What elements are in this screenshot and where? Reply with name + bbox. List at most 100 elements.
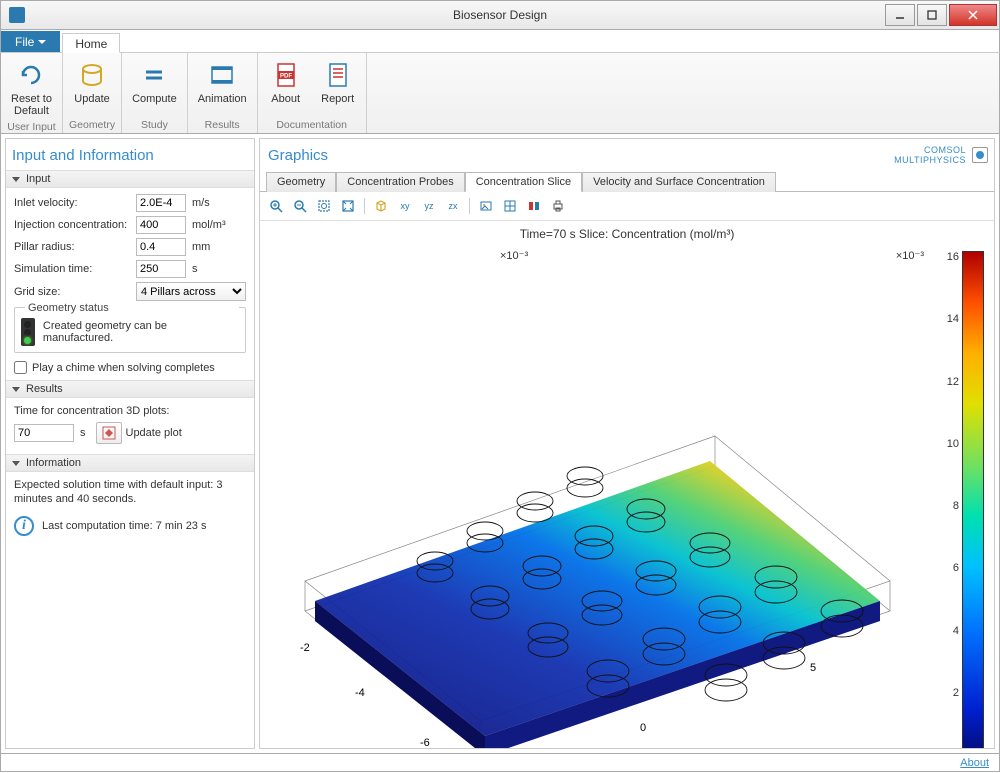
injection-conc-input[interactable] <box>136 216 186 234</box>
animation-button[interactable]: Animation <box>194 57 251 117</box>
report-icon <box>322 59 354 91</box>
plot-area[interactable]: Time=70 s Slice: Concentration (mol/m³) … <box>260 221 994 748</box>
close-button[interactable] <box>949 4 997 26</box>
inlet-velocity-label: Inlet velocity: <box>14 197 132 209</box>
x-tick: 0 <box>640 722 646 734</box>
ribbon-group-user-input: Reset toDefault User Input <box>1 53 63 133</box>
section-information-body: Expected solution time with default inpu… <box>6 472 254 542</box>
info-icon: i <box>14 516 34 536</box>
grid-size-label: Grid size: <box>14 286 132 298</box>
section-results-body: Time for concentration 3D plots: s Updat… <box>6 398 254 454</box>
ribbon-group-title: Study <box>141 117 168 131</box>
pillar-radius-label: Pillar radius: <box>14 241 132 253</box>
results-time-input[interactable] <box>14 424 74 442</box>
injection-conc-label: Injection concentration: <box>14 219 132 231</box>
graphics-toolbar: xy yz zx <box>260 192 994 221</box>
reset-to-default-button[interactable]: Reset toDefault <box>7 57 56 119</box>
app-icon <box>9 7 25 23</box>
section-information-label: Information <box>26 457 81 469</box>
ribbon-group-documentation: PDF About Report Documentation <box>258 53 367 133</box>
update-plot-icon-button[interactable] <box>96 422 122 444</box>
minimize-button[interactable] <box>885 4 915 26</box>
ribbon-group-title: Documentation <box>276 117 347 131</box>
film-strip-icon <box>206 59 238 91</box>
tab-concentration-slice[interactable]: Concentration Slice <box>465 172 582 192</box>
tab-geometry[interactable]: Geometry <box>266 172 336 192</box>
svg-text:PDF: PDF <box>280 74 292 80</box>
legends-icon[interactable] <box>524 196 544 216</box>
ribbon-group-study: Compute Study <box>122 53 188 133</box>
colorbar-ticks: 16 14 12 10 8 6 4 2 0 <box>947 251 959 749</box>
file-menu-label: File <box>15 35 34 49</box>
y-tick: -6 <box>420 737 430 749</box>
update-plot-label: Update plot <box>126 427 182 439</box>
plot-title: Time=70 s Slice: Concentration (mol/m³) <box>520 227 735 241</box>
print-icon[interactable] <box>548 196 568 216</box>
comsol-logo: COMSOL MULTIPHYSICS <box>894 145 988 165</box>
ribbon-group-title: Geometry <box>69 117 115 131</box>
report-label: Report <box>321 93 354 105</box>
ribbon-group-geometry: Update Geometry <box>63 53 122 133</box>
section-input-header[interactable]: Input <box>6 170 254 188</box>
traffic-light-icon <box>21 318 35 346</box>
grid-icon[interactable] <box>500 196 520 216</box>
update-label: Update <box>74 93 109 105</box>
ribbon-group-results: Animation Results <box>188 53 258 133</box>
x-tick: 5 <box>810 662 816 674</box>
update-geometry-button[interactable]: Update <box>70 57 114 117</box>
zoom-in-icon[interactable] <box>266 196 286 216</box>
compute-button[interactable]: Compute <box>128 57 181 117</box>
right-panel: Graphics COMSOL MULTIPHYSICS Geometry Co… <box>259 138 995 749</box>
logo-icon <box>972 147 988 163</box>
equals-icon <box>138 59 170 91</box>
section-results-label: Results <box>26 383 63 395</box>
ribbon: Reset toDefault User Input Update Geomet… <box>0 52 1000 134</box>
zoom-extents-icon[interactable] <box>314 196 334 216</box>
tab-concentration-probes[interactable]: Concentration Probes <box>336 172 464 192</box>
graphics-tabs: Geometry Concentration Probes Concentrat… <box>260 171 994 192</box>
animation-label: Animation <box>198 93 247 105</box>
plot-svg: -2 -4 -6 0 5 <box>270 251 910 749</box>
inlet-velocity-input[interactable] <box>136 194 186 212</box>
simulation-time-unit: s <box>192 263 198 275</box>
colorbar <box>962 251 984 749</box>
default-view-icon[interactable] <box>371 196 391 216</box>
cylinder-icon <box>76 59 108 91</box>
grid-size-select[interactable]: 4 Pillars across <box>136 282 246 301</box>
about-link[interactable]: About <box>960 757 989 769</box>
main-area: Input and Information Input Inlet veloci… <box>0 134 1000 754</box>
geometry-status-text: Created geometry can be manufactured. <box>43 320 239 344</box>
report-button[interactable]: Report <box>316 57 360 117</box>
section-input-label: Input <box>26 173 50 185</box>
expected-time-text: Expected solution time with default inpu… <box>14 478 246 506</box>
zoom-out-icon[interactable] <box>290 196 310 216</box>
undo-icon <box>15 59 47 91</box>
zx-view-icon[interactable]: zx <box>443 196 463 216</box>
maximize-button[interactable] <box>917 4 947 26</box>
ribbon-group-title: User Input <box>7 119 55 133</box>
results-time-unit: s <box>80 427 86 439</box>
left-panel: Input and Information Input Inlet veloci… <box>5 138 255 749</box>
section-results-header[interactable]: Results <box>6 380 254 398</box>
about-button[interactable]: PDF About <box>264 57 308 117</box>
chime-checkbox[interactable] <box>14 361 27 374</box>
tab-velocity-surface[interactable]: Velocity and Surface Concentration <box>582 172 776 192</box>
title-bar: Biosensor Design <box>0 0 1000 30</box>
y-tick: -4 <box>355 687 365 699</box>
results-time-label: Time for concentration 3D plots: <box>14 404 246 418</box>
zoom-box-icon[interactable] <box>338 196 358 216</box>
section-information-header[interactable]: Information <box>6 454 254 472</box>
yz-view-icon[interactable]: yz <box>419 196 439 216</box>
simulation-time-input[interactable] <box>136 260 186 278</box>
file-menu[interactable]: File <box>1 31 60 52</box>
geometry-status-box: Geometry status Created geometry can be … <box>14 307 246 353</box>
about-label: About <box>271 93 300 105</box>
reset-label: Reset toDefault <box>11 93 52 117</box>
tab-home[interactable]: Home <box>62 33 120 53</box>
pdf-icon: PDF <box>270 59 302 91</box>
chime-label: Play a chime when solving completes <box>32 362 215 374</box>
left-panel-title: Input and Information <box>6 139 254 170</box>
image-snapshot-icon[interactable] <box>476 196 496 216</box>
pillar-radius-input[interactable] <box>136 238 186 256</box>
xy-view-icon[interactable]: xy <box>395 196 415 216</box>
